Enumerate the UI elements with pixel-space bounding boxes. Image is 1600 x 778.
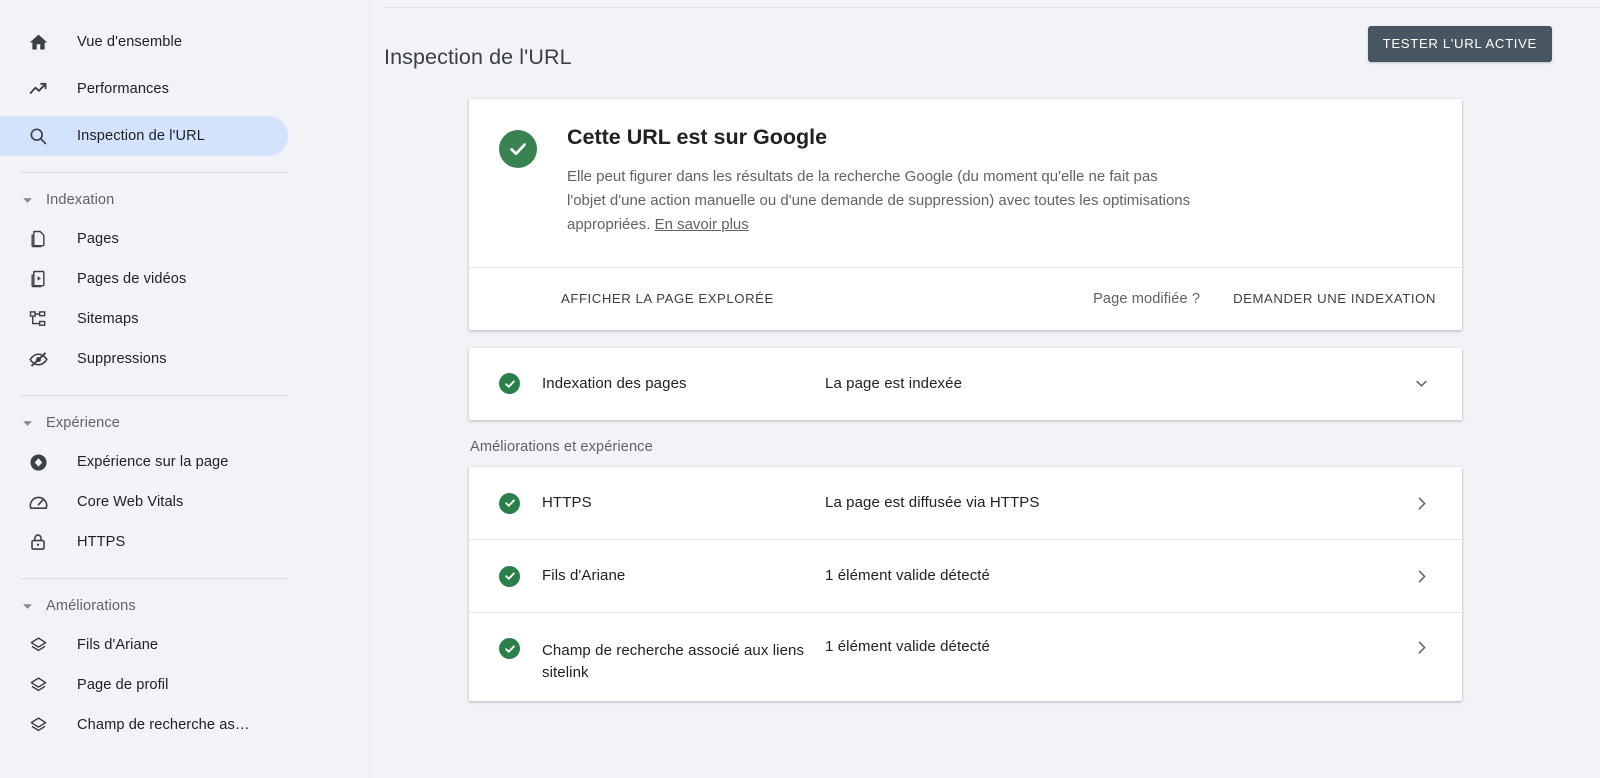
actions-right-group: Page modifiée ? DEMANDER UNE INDEXATION: [1093, 291, 1436, 307]
sidebar-item-label: HTTPS: [77, 533, 126, 550]
sidebar-group-label: Indexation: [46, 191, 115, 208]
chevron-down-icon: [20, 416, 34, 430]
sidebar-item-label: Performances: [77, 80, 170, 97]
main-content: Inspection de l'URL TESTER L'URL ACTIVE …: [370, 0, 1600, 778]
url-status-text: Cette URL est sur Google Elle peut figur…: [567, 127, 1192, 237]
sidebar-item-label: Sitemaps: [77, 310, 139, 327]
url-status-actions: AFFICHER LA PAGE EXPLORÉE Page modifiée …: [469, 268, 1462, 330]
sidebar-divider: [20, 395, 288, 396]
sidebar-item-label: Inspection de l'URL: [77, 127, 205, 144]
video-pages-icon: [26, 267, 50, 291]
sidebar-item-vue-densemble[interactable]: Vue d'ensemble: [0, 22, 288, 62]
sidebar-item-inspection-de-lurl[interactable]: Inspection de l'URL: [0, 116, 288, 156]
chevron-down-icon: [20, 599, 34, 613]
url-status-description: Elle peut figurer dans les résultats de …: [567, 165, 1192, 237]
enhancements-card: HTTPS La page est diffusée via HTTPS Fil…: [469, 467, 1462, 702]
home-icon: [26, 30, 50, 54]
chevron-down-icon[interactable]: [1409, 372, 1433, 396]
enhancement-row-https[interactable]: HTTPS La page est diffusée via HTTPS: [469, 467, 1462, 539]
sidebar-item-label: Champ de recherche as…: [77, 716, 250, 733]
sidebar-group-experience[interactable]: Expérience: [0, 404, 370, 442]
pages-icon: [26, 227, 50, 251]
eye-off-icon: [26, 347, 50, 371]
row-value: La page est indexée: [825, 374, 963, 392]
check-circle-icon: [499, 130, 537, 169]
trending-up-icon: [26, 77, 50, 101]
row-value: La page est diffusée via HTTPS: [825, 494, 1040, 512]
sidebar-item-label: Fils d'Ariane: [77, 636, 159, 653]
sidebar-item-fils-dariane[interactable]: Fils d'Ariane: [0, 625, 288, 665]
sidebar-item-label: Pages: [77, 230, 119, 247]
request-indexing-button[interactable]: DEMANDER UNE INDEXATION: [1233, 291, 1436, 306]
url-status-summary: Cette URL est sur Google Elle peut figur…: [469, 99, 1462, 267]
check-circle-icon: [499, 373, 520, 395]
test-live-url-button[interactable]: TESTER L'URL ACTIVE: [1367, 26, 1552, 62]
row-value: 1 élément valide détecté: [825, 567, 991, 585]
lock-icon: [26, 530, 50, 554]
chevron-down-icon: [20, 193, 34, 207]
sidebar-item-pages-de-videos[interactable]: Pages de vidéos: [0, 259, 288, 299]
sidebar-group-label: Expérience: [46, 414, 121, 431]
row-name: Indexation des pages: [542, 374, 687, 392]
row-value: 1 élément valide détecté: [825, 638, 991, 656]
url-status-card: Cette URL est sur Google Elle peut figur…: [469, 99, 1462, 330]
sidebar-item-pages[interactable]: Pages: [0, 219, 288, 259]
speedometer-icon: [26, 490, 50, 514]
cards-container: Cette URL est sur Google Elle peut figur…: [370, 99, 1600, 702]
enhancements-section-label: Améliorations et expérience: [470, 438, 653, 455]
page-indexing-card: Indexation des pages La page est indexée: [469, 347, 1462, 420]
chevron-right-icon[interactable]: [1409, 635, 1433, 659]
indexing-row[interactable]: Indexation des pages La page est indexée: [469, 348, 1462, 420]
sidebar-item-performances[interactable]: Performances: [0, 69, 288, 109]
page-modified-label: Page modifiée ?: [1093, 290, 1201, 307]
sidebar-item-label: Vue d'ensemble: [77, 33, 183, 50]
sidebar-item-https[interactable]: HTTPS: [0, 522, 288, 562]
sidebar-group-label: Améliorations: [46, 597, 136, 614]
sidebar-item-sitemaps[interactable]: Sitemaps: [0, 299, 288, 339]
sidebar-group-indexation[interactable]: Indexation: [0, 181, 370, 219]
view-crawled-page-button[interactable]: AFFICHER LA PAGE EXPLORÉE: [561, 291, 774, 306]
layers-icon: [26, 713, 50, 737]
url-status-title: Cette URL est sur Google: [567, 125, 828, 150]
layers-icon: [26, 673, 50, 697]
sidebar-item-suppressions[interactable]: Suppressions: [0, 339, 288, 379]
row-name: Fils d'Ariane: [542, 567, 626, 585]
sidebar-item-label: Expérience sur la page: [77, 453, 229, 470]
chevron-right-icon[interactable]: [1409, 491, 1433, 515]
sidebar-item-label: Pages de vidéos: [77, 270, 187, 287]
enhancement-row-sitelinks-searchbox[interactable]: Champ de recherche associé aux liens sit…: [469, 613, 1462, 701]
sidebar-item-core-web-vitals[interactable]: Core Web Vitals: [0, 482, 288, 522]
sitemap-icon: [26, 307, 50, 331]
content-top-divider: [384, 7, 1600, 8]
learn-more-link[interactable]: En savoir plus: [655, 216, 749, 233]
enhancement-row-fils-dariane[interactable]: Fils d'Ariane 1 élément valide détecté: [469, 540, 1462, 612]
sidebar-divider: [20, 578, 288, 579]
check-circle-icon: [499, 638, 520, 660]
sidebar-divider: [20, 172, 288, 173]
sidebar-item-label: Suppressions: [77, 350, 167, 367]
sidebar-item-label: Page de profil: [77, 676, 169, 693]
chevron-right-icon[interactable]: [1409, 564, 1433, 588]
sidebar-item-label: Core Web Vitals: [77, 493, 184, 510]
page-experience-icon: [26, 450, 50, 474]
sidebar-group-ameliorations[interactable]: Améliorations: [0, 587, 370, 625]
sidebar-item-champ-de-recherche[interactable]: Champ de recherche as…: [0, 705, 288, 745]
row-name: Champ de recherche associé aux liens sit…: [542, 642, 805, 682]
sidebar-item-page-de-profil[interactable]: Page de profil: [0, 665, 288, 705]
sidebar-item-experience-sur-la-page[interactable]: Expérience sur la page: [0, 442, 288, 482]
layers-icon: [26, 633, 50, 657]
sidebar: Vue d'ensemble Performances Inspection d…: [0, 0, 370, 778]
check-circle-icon: [499, 492, 520, 514]
page-title: Inspection de l'URL: [384, 45, 572, 70]
search-icon: [26, 124, 50, 148]
page-header: Inspection de l'URL TESTER L'URL ACTIVE: [370, 0, 1600, 83]
row-name: HTTPS: [542, 494, 592, 512]
check-circle-icon: [499, 565, 520, 587]
app-root: Vue d'ensemble Performances Inspection d…: [0, 0, 1600, 778]
